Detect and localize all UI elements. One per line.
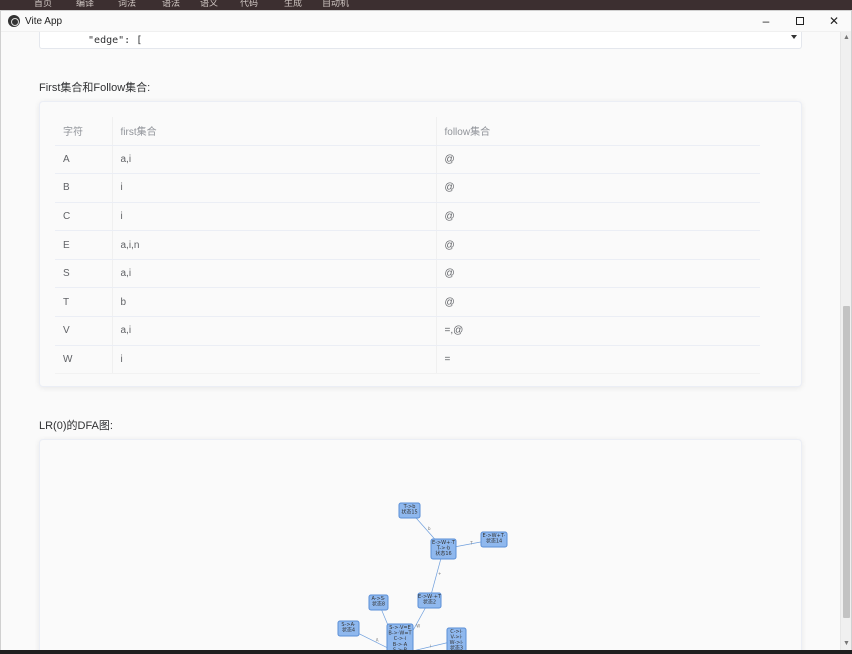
follow-cell: @ [436, 145, 760, 175]
first-cell: i [112, 202, 437, 232]
dfa-state-line: 状态8 [372, 601, 385, 608]
json-code-block[interactable]: "edge": [ [39, 32, 802, 49]
symbol-cell: W [55, 345, 113, 375]
dfa-edge-label: i [430, 643, 431, 648]
dropdown-arrow-icon[interactable] [791, 35, 797, 39]
dfa-edge-label: T [469, 540, 473, 545]
table-row: Bi @ [55, 173, 760, 203]
symbol-cell: S [55, 259, 113, 289]
window-title: Vite App [25, 15, 63, 27]
vertical-scrollbar[interactable]: ▲ ▼ [840, 32, 851, 651]
symbol-cell: V [55, 316, 113, 346]
dfa-graph-card[interactable]: bT+WSAiaB T->b状态15E->W+·TT->·b状态16E->W+T… [39, 439, 802, 651]
dfa-edge-label: A [376, 637, 379, 642]
dfa-state-line: 状态4 [342, 627, 355, 634]
app-logo-icon [8, 15, 20, 27]
dfa-state-node[interactable]: A->S·状态8 [368, 594, 389, 611]
first-follow-card: 字符 first集合 follow集合 Aa,i @ Bi @ Ci @ Ea,i,n… [39, 101, 802, 387]
first-cell: a,i [112, 316, 437, 346]
dfa-state-line: 状态14 [486, 538, 502, 545]
app-window: Vite App – ✕ "edge": [ First集合和Follow集合:… [0, 10, 852, 651]
symbol-cell: E [55, 230, 113, 260]
column-header-follow: follow集合 [436, 117, 760, 146]
first-cell: i [112, 173, 437, 203]
dfa-state-node[interactable]: E->W+·TT->·b状态16 [430, 538, 457, 560]
taskbar-edge [0, 650, 852, 654]
first-follow-heading: First集合和Follow集合: [39, 82, 151, 94]
maximize-icon [796, 17, 804, 25]
dfa-heading: LR(0)的DFA图: [39, 420, 113, 432]
symbol-cell: A [55, 145, 113, 175]
follow-cell: @ [436, 287, 760, 318]
column-header-symbol: 字符 [55, 117, 113, 146]
dfa-state-node[interactable]: E->W·+T状态2 [417, 592, 442, 609]
close-icon: ✕ [828, 14, 840, 28]
table-row: Tb @ [55, 287, 760, 318]
table-header-row: 字符 first集合 follow集合 [55, 117, 760, 146]
dfa-state-node[interactable]: C->i·V->i·W->i·状态3 [446, 627, 467, 651]
first-cell: i [112, 345, 437, 375]
maximize-button[interactable] [783, 11, 817, 32]
code-line: "edge": [ [76, 35, 143, 46]
follow-cell: @ [436, 202, 760, 232]
scroll-up-icon[interactable]: ▲ [843, 34, 850, 41]
column-header-first: first集合 [112, 117, 437, 146]
dfa-state-line: 状态2 [423, 599, 436, 606]
minimize-icon: – [762, 14, 770, 28]
follow-cell: @ [436, 259, 760, 289]
table-row: Ci @ [55, 202, 760, 232]
table-row: Va,i =,@ [55, 316, 760, 346]
dfa-state-node[interactable]: S->A·状态4 [337, 620, 360, 637]
first-cell: a,i [112, 259, 437, 289]
table-row: Wi = [55, 345, 760, 375]
scrollbar-thumb[interactable] [843, 306, 850, 618]
first-cell: a,i,n [112, 230, 437, 260]
first-cell: a,i [112, 145, 437, 175]
dfa-state-node[interactable]: T->b状态15 [398, 502, 421, 519]
close-button[interactable]: ✕ [817, 11, 851, 32]
first-cell: b [112, 287, 437, 318]
symbol-cell: B [55, 173, 113, 203]
dfa-edge-label: b [428, 526, 431, 531]
follow-cell: =,@ [436, 316, 760, 346]
dfa-graph[interactable]: bT+WSAiaB T->b状态15E->W+·TT->·b状态16E->W+T… [40, 440, 803, 651]
symbol-cell: C [55, 202, 113, 232]
first-follow-table: 字符 first集合 follow集合 Aa,i @ Bi @ Ci @ Ea,i,n… [55, 117, 760, 375]
table-row: Aa,i @ [55, 145, 760, 175]
dfa-state-line: 状态15 [401, 509, 417, 516]
table-row: Sa,i @ [55, 259, 760, 289]
symbol-cell: T [55, 287, 113, 318]
dfa-state-node[interactable]: E->W+T·状态14 [480, 531, 508, 548]
dfa-state-node[interactable]: S->·V=EB->·W=TC->·iB->·AS->·BS->·CV->·aV… [386, 623, 414, 651]
table-row: Ea,i,n @ [55, 230, 760, 260]
scroll-down-icon[interactable]: ▼ [843, 640, 850, 647]
title-bar: Vite App – ✕ [1, 11, 851, 32]
page-content[interactable]: "edge": [ First集合和Follow集合: 字符 first集合 f… [1, 32, 841, 651]
follow-cell: @ [436, 173, 760, 203]
dfa-edge-label: + [438, 571, 441, 576]
follow-cell: = [436, 345, 760, 375]
background-menubar: 首页 编译 词法 语法 语义 代码 生成 自动机 [0, 0, 852, 10]
dfa-edge-label: W [416, 623, 420, 628]
follow-cell: @ [436, 230, 760, 260]
dfa-state-line: 状态16 [435, 550, 451, 557]
minimize-button[interactable]: – [749, 11, 783, 32]
